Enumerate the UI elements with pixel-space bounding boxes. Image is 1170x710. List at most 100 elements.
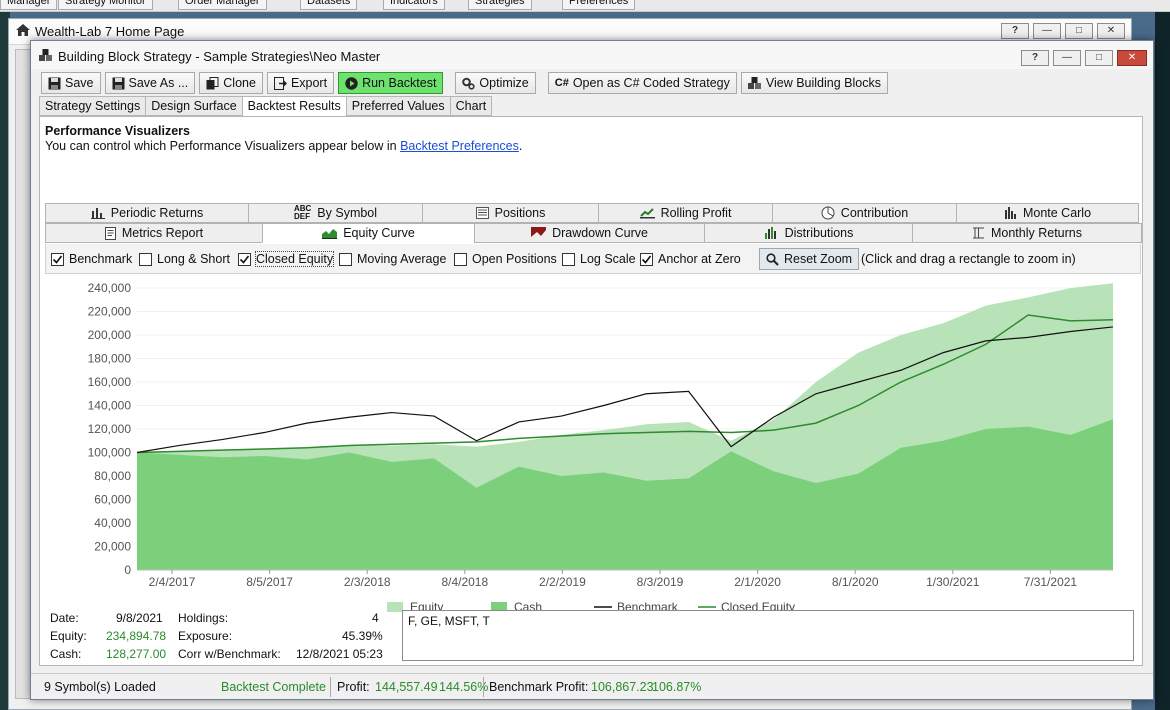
check-icon	[239, 255, 250, 264]
y-tick-label: 40,000	[94, 516, 131, 530]
save-button[interactable]: Save	[41, 72, 101, 94]
tab-chart[interactable]: Chart	[449, 96, 493, 116]
view-building-blocks-button[interactable]: View Building Blocks	[740, 72, 888, 94]
equity-curve-chart[interactable]: 240,000 220,000 200,000 180,000 160,000 140,0…	[45, 276, 1141, 650]
help-button[interactable]: ?	[1021, 50, 1049, 66]
equity-label: Equity:	[50, 629, 87, 643]
area-chart-icon	[322, 229, 338, 239]
maximize-button[interactable]: □	[1065, 23, 1093, 39]
tab-by-symbol[interactable]: ABC DEF By Symbol	[248, 203, 423, 223]
x-tick-label: 2/4/2017	[149, 575, 196, 589]
top-strip-tab[interactable]: Strategy Monitor	[58, 0, 153, 10]
visualizer-tabs-row-2: Metrics Report Equity Curve Drawdown Cur…	[45, 223, 1142, 243]
export-button[interactable]: Export	[266, 72, 335, 94]
top-strip-tab[interactable]: Datasets	[300, 0, 358, 10]
backtest-preferences-link[interactable]: Backtest Preferences	[400, 139, 519, 153]
checkbox-box	[339, 252, 352, 266]
report-icon	[104, 226, 116, 240]
tab-periodic-returns[interactable]: Periodic Returns	[45, 203, 249, 223]
date-value: 9/8/2021	[116, 611, 163, 625]
pie-icon	[821, 206, 835, 220]
checkbox-box	[454, 252, 467, 266]
clone-button[interactable]: Clone	[199, 72, 263, 94]
corr-value: 12/8/2021 05:23	[296, 647, 383, 661]
tab-rolling-profit[interactable]: Rolling Profit	[598, 203, 773, 223]
visualizer-tabs-row-1: Periodic Returns ABC DEF By Symbol Positi…	[45, 203, 1141, 223]
tab-equity-curve[interactable]: Equity Curve	[262, 223, 475, 243]
holdings-value: 4	[372, 611, 379, 625]
tab-strategy-settings[interactable]: Strategy Settings	[39, 96, 147, 116]
open-csharp-label: Open as C# Coded Strategy	[572, 76, 730, 90]
y-tick-label: 80,000	[94, 469, 131, 483]
drawdown-icon	[531, 227, 547, 237]
minimize-button[interactable]: —	[1033, 23, 1061, 39]
tab-backtest-results[interactable]: Backtest Results	[241, 96, 347, 117]
tab-contribution[interactable]: Contribution	[772, 203, 957, 223]
benchmark-profit-pct: 106.87%	[652, 680, 702, 694]
y-tick-label: 100,000	[88, 446, 132, 460]
benchmark-checkbox[interactable]: Benchmark	[51, 252, 132, 266]
optimize-button[interactable]: Optimize	[455, 72, 536, 94]
reset-zoom-button[interactable]: Reset Zoom	[759, 248, 860, 270]
optimize-label: Optimize	[479, 76, 529, 90]
maximize-button[interactable]: □	[1085, 50, 1113, 66]
stats-panel: Date: 9/8/2021 Equity: 234,894.78 Cash: …	[50, 607, 400, 667]
run-backtest-button[interactable]: Run Backtest	[338, 72, 444, 94]
open-positions-checkbox[interactable]: Open Positions	[454, 252, 557, 266]
strategy-window-title: Building Block Strategy - Sample Strateg…	[58, 49, 381, 64]
symbols-loaded: 9 Symbol(s) Loaded	[44, 680, 156, 694]
export-icon	[273, 76, 287, 90]
building-blocks-icon	[39, 49, 54, 66]
x-tick-label: 8/3/2019	[637, 575, 684, 589]
log-scale-checkbox[interactable]: Log Scale	[562, 252, 636, 266]
performance-visualizers-title: Performance Visualizers	[45, 124, 190, 138]
tab-positions[interactable]: Positions	[422, 203, 599, 223]
x-tick-label: 2/1/2020	[734, 575, 781, 589]
anchor-zero-checkbox[interactable]: Anchor at Zero	[640, 252, 741, 266]
open-csharp-button[interactable]: C# Open as C# Coded Strategy	[547, 72, 737, 94]
floppy-icon	[48, 77, 61, 89]
exposure-label: Exposure:	[178, 629, 233, 643]
moving-average-checkbox[interactable]: Moving Average	[339, 252, 446, 266]
home-window-title: Wealth-Lab 7 Home Page	[35, 24, 185, 39]
tab-preferred-values[interactable]: Preferred Values	[345, 96, 451, 116]
profit-pct: 144.56%	[439, 680, 489, 694]
holdings-list-box[interactable]: F, GE, MSFT, T	[402, 610, 1134, 661]
tab-monte-carlo[interactable]: Monte Carlo	[956, 203, 1139, 223]
status-divider	[330, 677, 331, 697]
checkbox-box	[51, 252, 64, 266]
profit-label: Profit:	[337, 680, 370, 694]
top-strip-tab[interactable]: Preferences	[562, 0, 636, 10]
tab-monthly-returns[interactable]: Monthly Returns	[912, 223, 1142, 243]
top-strip-tab[interactable]: Order Manager	[178, 0, 267, 10]
run-backtest-label: Run Backtest	[362, 76, 437, 90]
minimize-button[interactable]: —	[1053, 50, 1081, 66]
tab-drawdown-curve[interactable]: Drawdown Curve	[474, 223, 705, 243]
view-blocks-label: View Building Blocks	[765, 76, 881, 90]
save-as-button[interactable]: Save As ...	[104, 72, 196, 94]
checkbox-box	[139, 252, 152, 266]
help-button[interactable]: ?	[1001, 23, 1029, 39]
x-tick-label: 2/2/2019	[539, 575, 586, 589]
top-strip-tab[interactable]: Indicators	[383, 0, 445, 10]
top-strip-tab[interactable]: Strategies	[468, 0, 532, 10]
checkbox-box	[640, 252, 653, 266]
check-icon	[52, 255, 63, 264]
bars-icon	[90, 208, 105, 219]
close-button[interactable]: ✕	[1097, 23, 1125, 39]
play-icon	[345, 76, 358, 90]
tab-metrics-report[interactable]: Metrics Report	[45, 223, 263, 243]
top-strip-tab[interactable]: Manager	[0, 0, 58, 10]
closed-equity-checkbox[interactable]: Closed Equity	[238, 251, 335, 267]
rolling-icon	[639, 208, 655, 219]
tab-design-surface[interactable]: Design Surface	[145, 96, 243, 116]
gears-icon	[462, 77, 476, 90]
performance-visualizers-subtitle: You can control which Performance Visual…	[45, 139, 523, 153]
csharp-icon: C#	[554, 77, 569, 89]
magnifier-icon	[766, 252, 779, 266]
strategy-toolbar: Save Save As ... Clone Export Run Backte…	[41, 72, 888, 94]
long-short-checkbox[interactable]: Long & Short	[139, 252, 230, 266]
tab-distributions[interactable]: Distributions	[704, 223, 913, 243]
equity-options-bar: Benchmark Long & Short Closed Equity Mov…	[45, 244, 1141, 274]
close-button[interactable]: ✕	[1117, 50, 1147, 66]
